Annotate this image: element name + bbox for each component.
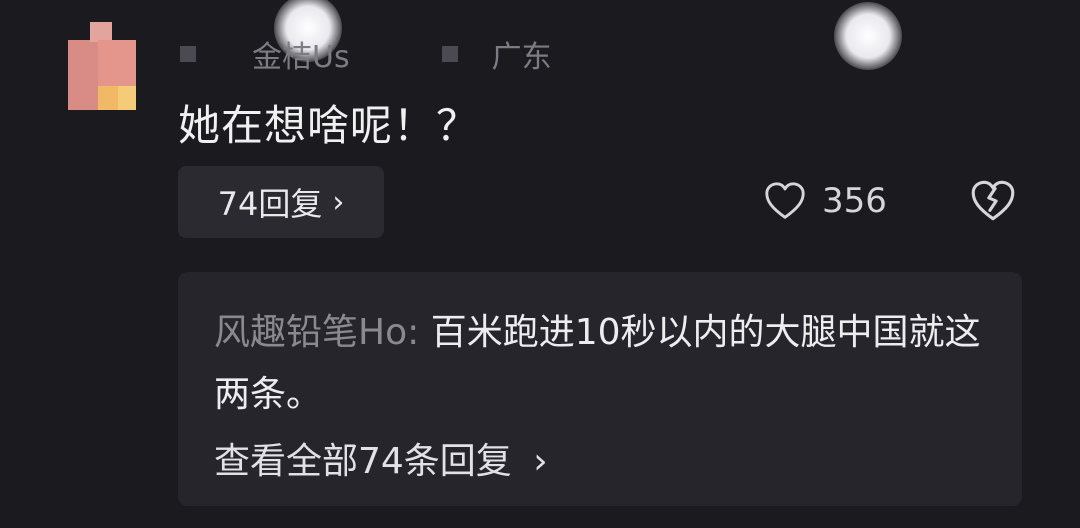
reply-preview[interactable]: 风趣铅笔Ho: 百米跑进10秒以内的大腿中国就这两条。 查看全部74条回复 › [178,272,1022,506]
username[interactable]: 金桔Us [252,32,350,76]
location-label: 广东 [491,40,552,75]
screen-glare [834,2,902,70]
pixelated-square-icon [180,46,196,62]
heart-icon [765,182,805,219]
comment-meta: 金桔Us 广东 [180,36,552,75]
replies-button-label: 74回复 [217,185,323,223]
chevron-right-icon: › [332,184,345,220]
like-count: 356 [822,181,887,221]
view-all-replies-link[interactable]: 查看全部74条回复 › [214,432,548,484]
pixelated-square-icon [441,46,458,62]
comment-text: 她在想啥呢！？ [178,101,480,150]
like-button[interactable]: 356 [762,178,887,224]
avatar[interactable] [68,22,136,110]
view-all-replies-label: 查看全部74条回复 [214,441,512,482]
replies-button[interactable]: 74回复 › [178,166,384,238]
chevron-right-icon: › [533,441,548,482]
reply-preview-content: 风趣铅笔Ho: 百米跑进10秒以内的大腿中国就这两条。 [214,302,994,426]
reply-author[interactable]: 风趣铅笔Ho: [214,312,419,353]
broken-heart-icon[interactable] [968,176,1018,226]
